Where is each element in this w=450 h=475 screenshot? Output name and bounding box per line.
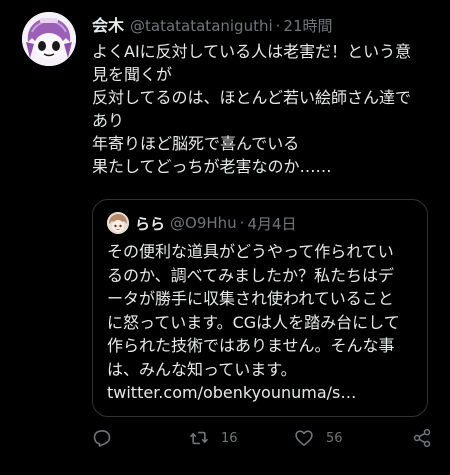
user-handle[interactable]: @tatatatataniguthi xyxy=(130,17,273,35)
share-button[interactable] xyxy=(412,428,432,448)
quoted-text-line: に怒っています。CGは人を踏み台にして xyxy=(107,312,400,332)
tweet-text-line: 年寄りほど脳死で喜んでいる xyxy=(92,134,300,153)
quoted-separator-dot: · xyxy=(239,214,245,232)
reply-icon xyxy=(93,430,111,447)
quoted-avatar-character-icon xyxy=(107,212,129,234)
like-button[interactable]: 56 xyxy=(294,428,343,448)
quoted-text-line: 作られた技術ではありません。そんな事 xyxy=(107,336,395,355)
quoted-avatar xyxy=(107,212,129,234)
reply-button[interactable] xyxy=(92,428,112,448)
quoted-text-line: その便利な道具がどうやって作られてい xyxy=(107,242,394,261)
avatar[interactable] xyxy=(22,12,76,66)
tweet-text-line: 反対してるのは、ほとんど若い絵師さん達で xyxy=(92,88,412,107)
tweet-header: 会木 @tatatatataniguthi · 21時間 xyxy=(92,12,333,36)
tweet-text-line: 果たしてどっちが老害なのか…… xyxy=(92,157,332,176)
tweet-text-line: あり xyxy=(92,111,125,130)
quoted-user-handle: @O9Hhu xyxy=(170,214,237,232)
retweet-icon xyxy=(189,431,209,445)
tweet-text-line: よくAIに反対している人は老害だ！という意 xyxy=(92,42,412,61)
quoted-tweet-text: その便利な道具がどうやって作られてい るのか、調べてみましたか？私たちはデ ータ… xyxy=(107,240,419,405)
heart-icon xyxy=(295,430,313,446)
quoted-tweet-header: らら @O9Hhu · 4月4日 xyxy=(107,212,297,234)
quoted-link[interactable]: twitter.com/obenkyounuma/s… xyxy=(107,381,419,405)
quoted-text-line: は、みんな知っています。 xyxy=(107,359,297,379)
tweet-actions: 16 56 xyxy=(92,428,442,458)
tweet[interactable]: 会木 @tatatatataniguthi · 21時間 よくAIに反対している… xyxy=(0,0,450,475)
quoted-date: 4月4日 xyxy=(247,214,297,233)
quoted-text-line: るのか、調べてみましたか？私たちはデ xyxy=(107,265,395,285)
retweet-count: 16 xyxy=(221,430,238,446)
retweet-button[interactable]: 16 xyxy=(189,428,238,448)
quoted-display-name: らら xyxy=(135,214,166,233)
quoted-text-line: ータが勝手に収集され使われていること xyxy=(107,289,394,308)
avatar-character-icon xyxy=(22,12,76,66)
share-icon xyxy=(413,428,431,448)
display-name[interactable]: 会木 xyxy=(92,12,124,36)
tweet-text-line: 見を聞くが xyxy=(92,65,173,84)
like-count: 56 xyxy=(326,430,343,446)
separator-dot: · xyxy=(275,17,281,35)
quoted-tweet[interactable]: らら @O9Hhu · 4月4日 その便利な道具がどうやって作られてい るのか、… xyxy=(92,199,428,417)
tweet-text: よくAIに反対している人は老害だ！という意 見を聞くが 反対してるのは、ほとんど… xyxy=(92,40,437,178)
timestamp[interactable]: 21時間 xyxy=(283,15,332,36)
